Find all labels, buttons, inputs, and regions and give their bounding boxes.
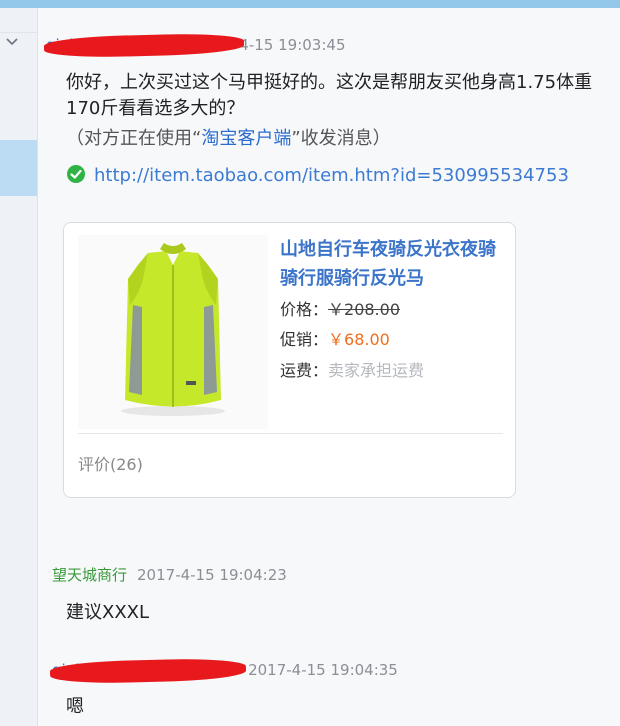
product-link[interactable]: http://item.taobao.com/item.htm?id=53099… [66,162,606,189]
message-text: 你好，上次买过这个马甲挺好的。这次是帮朋友买他身高1.75体重170斤看看选多大… [66,72,593,119]
card-divider [78,433,503,434]
client-note: （对方正在使用“淘宝客户端”收发消息） [66,126,606,152]
product-card[interactable]: 山地自行车夜骑反光衣夜骑骑行服骑行反光马 价格：￥208.00 促销：￥68.0… [63,222,516,498]
sender-name[interactable]: 望天城商行 [52,566,127,584]
message-time: 2017-4-15 19:04:23 [137,566,287,584]
message-time: 2017-4-15 19:04:35 [248,661,398,679]
selected-conversation[interactable] [0,140,37,196]
window-top-bar [0,0,620,8]
client-note-prefix: （对方正在使用“ [66,128,202,149]
product-url[interactable]: http://item.taobao.com/item.htm?id=53099… [94,165,569,186]
message-text: 建议XXXL [66,602,150,623]
promo-price: ￥68.00 [328,330,390,349]
vest-image [121,243,225,416]
shipping-value: 卖家承担运费 [328,361,425,380]
price-label: 价格： [280,300,329,319]
product-title[interactable]: 山地自行车夜骑反光衣夜骑骑行服骑行反光马 [280,235,505,293]
taobao-client-link[interactable]: 淘宝客户端 [201,128,291,149]
promo-label: 促销： [280,330,329,349]
client-note-suffix: ”收发消息） [291,128,391,149]
price-row: 价格：￥208.00 [280,299,400,321]
product-image[interactable] [78,235,268,429]
chevron-down-icon[interactable] [4,34,20,48]
shipping-row: 运费：卖家承担运费 [280,360,424,382]
chat-message-area: qiqianngm2017-4-15 19:03:45 你好，上次买过这个马甲挺… [38,8,620,726]
original-price: ￥208.00 [328,300,401,319]
conversation-sidebar [0,8,38,726]
message-header: 望天城商行 2017-4-15 19:04:23 [52,564,287,586]
message-text: 嗯 [66,696,84,717]
review-count[interactable]: 评价(26) [78,451,143,475]
shipping-label: 运费： [280,361,329,380]
promo-row: 促销：￥68.00 [280,329,390,351]
sidebar-divider [0,32,37,33]
